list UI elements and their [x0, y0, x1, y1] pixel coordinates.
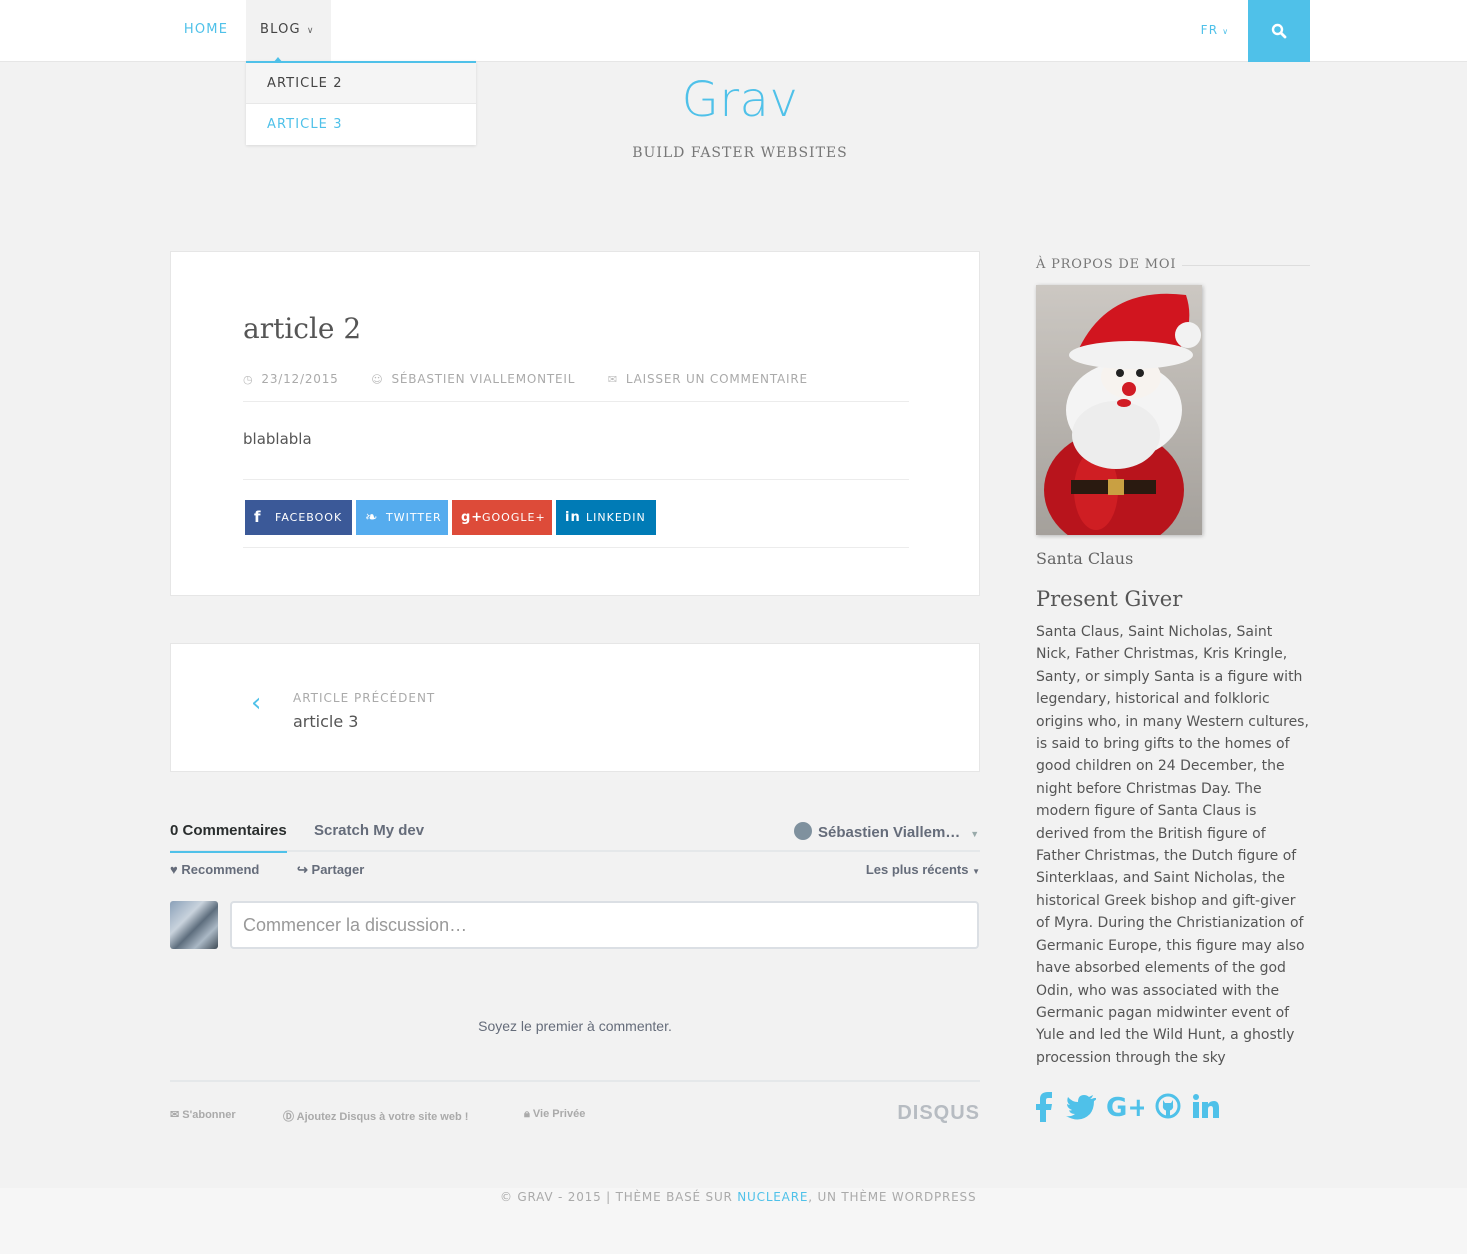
privacy-label: Vie Privée	[532, 1108, 586, 1120]
article-title: article 2	[243, 312, 362, 345]
comments-icon: ✉	[607, 373, 618, 386]
comment-link-text: LAISSER UN COMMENTAIRE	[625, 372, 808, 386]
search-button[interactable]	[1248, 0, 1310, 62]
article-meta: ◷ 23/12/2015 ☺ SÉBASTIEN VIALLEMONTEIL ✉ LA…	[243, 372, 909, 402]
nav-blog-label: BLOG	[260, 22, 301, 37]
prev-article-card[interactable]: ‹ ARTICLE PRÉCÉDENT article 3	[170, 643, 980, 772]
chevron-down-icon: ∨	[1222, 27, 1230, 36]
share-twitter-button[interactable]: ❧ TWITTER	[356, 500, 448, 535]
envelope-icon: ✉	[170, 1109, 180, 1121]
avatar[interactable]	[170, 901, 218, 949]
recommend-button[interactable]: ♥ Recommend	[170, 862, 259, 877]
chat-bubble-icon	[794, 822, 812, 840]
share-twitter-label: TWITTER	[386, 511, 442, 524]
dropdown-item-article-2[interactable]: ARTICLE 2	[246, 63, 476, 104]
article-date: ◷ 23/12/2015	[243, 372, 349, 386]
share-google-button[interactable]: g+ GOOGLE+	[452, 500, 552, 535]
top-navbar: HOME BLOG ∨ FR ∨	[0, 0, 1467, 63]
dropdown-item-article-3[interactable]: ARTICLE 3	[246, 104, 476, 145]
subscribe-label: S'abonner	[182, 1109, 236, 1121]
share-thread-label: Partager	[311, 862, 365, 877]
facebook-icon[interactable]	[1036, 1088, 1054, 1124]
disqus-user-name: Sébastien Viallem…	[818, 824, 961, 841]
clock-icon: ◷	[243, 373, 254, 386]
site-tagline: BUILD FASTER WEBSITES	[632, 145, 848, 161]
share-bar: f FACEBOOK ❧ TWITTER g+ GOOGLE+ in LINKEDIN	[243, 479, 909, 548]
linkedin-icon[interactable]	[1192, 1088, 1220, 1124]
google-plus-icon[interactable]: G+	[1106, 1088, 1144, 1124]
footer-text: © GRAV - 2015 | THÈME BASÉ SUR NUCLEARE,…	[500, 1190, 976, 1204]
share-linkedin-label: LINKEDIN	[586, 511, 646, 524]
footer-theme-link[interactable]: NUCLEARE	[737, 1190, 808, 1204]
social-links: G+	[1036, 1088, 1310, 1124]
linkedin-icon: in	[565, 510, 581, 525]
tab-comments[interactable]: 0 Commentaires	[170, 822, 287, 853]
article-date-text: 23/12/2015	[261, 372, 339, 386]
profile-image	[1036, 285, 1202, 535]
share-facebook-button[interactable]: f FACEBOOK	[245, 500, 352, 535]
svg-text:G+: G+	[1106, 1093, 1144, 1123]
tab-community[interactable]: Scratch My dev	[314, 822, 424, 839]
comment-link[interactable]: ✉ LAISSER UN COMMENTAIRE	[608, 372, 818, 386]
sidebar-divider	[1182, 265, 1310, 266]
share-google-label: GOOGLE+	[482, 511, 546, 524]
sort-dropdown[interactable]: Les plus récents ▼	[866, 862, 980, 877]
article-author[interactable]: ☺ SÉBASTIEN VIALLEMONTEIL	[371, 372, 585, 386]
disqus-logo[interactable]: DISQUS	[897, 1102, 980, 1125]
chevron-left-icon: ‹	[251, 688, 262, 718]
comment-input[interactable]: Commencer la discussion…	[230, 901, 979, 949]
language-selector[interactable]: FR ∨	[1190, 0, 1240, 62]
language-label: FR	[1200, 23, 1219, 37]
github-icon[interactable]	[1155, 1088, 1181, 1124]
sort-label: Les plus récents	[865, 862, 969, 877]
subscribe-link[interactable]: ✉ S'abonner	[170, 1108, 236, 1121]
caret-down-icon: ▼	[970, 829, 980, 839]
blog-dropdown-menu: ARTICLE 2 ARTICLE 3	[246, 61, 476, 145]
disqus-footer: ✉ S'abonner Ⓓ Ajoutez Disqus à votre sit…	[170, 1080, 980, 1124]
lock-icon: 🔒︎	[524, 1108, 530, 1120]
recommend-label: Recommend	[181, 862, 260, 877]
profile-caption: Santa Claus	[1036, 549, 1134, 568]
article-body: blablabla	[243, 430, 312, 448]
share-icon: ↪	[297, 862, 308, 877]
site-footer: © GRAV - 2015 | THÈME BASÉ SUR NUCLEARE,…	[0, 1188, 1467, 1254]
empty-comments-message: Soyez le premier à commenter.	[478, 1018, 672, 1034]
add-disqus-link[interactable]: Ⓓ Ajoutez Disqus à votre site web !	[283, 1108, 468, 1124]
share-linkedin-button[interactable]: in LINKEDIN	[556, 500, 656, 535]
twitter-icon: ❧	[365, 508, 379, 526]
nav-blog[interactable]: BLOG ∨	[246, 0, 331, 63]
privacy-link[interactable]: 🔒︎ Vie Privée	[524, 1108, 585, 1121]
article-card: article 2 ◷ 23/12/2015 ☺ SÉBASTIEN VIALLEM…	[170, 251, 980, 596]
article-author-text: SÉBASTIEN VIALLEMONTEIL	[391, 372, 576, 386]
heart-icon: ♥	[170, 862, 178, 877]
nav-home[interactable]: HOME	[170, 0, 242, 62]
site-title[interactable]: Grav	[0, 72, 1467, 128]
share-thread-button[interactable]: ↪ Partager	[297, 862, 364, 878]
sidebar-heading: À PROPOS DE MOI	[1036, 257, 1177, 272]
disqus-tabs: 0 Commentaires Scratch My dev Sébastien …	[170, 814, 980, 853]
prev-article-label: ARTICLE PRÉCÉDENT	[293, 691, 436, 705]
footer-suffix: , UN THÈME WORDPRESS	[808, 1190, 977, 1204]
chevron-down-icon: ∨	[306, 26, 315, 36]
search-icon	[1271, 23, 1287, 39]
profile-subtitle: Present Giver	[1036, 587, 1183, 611]
share-facebook-label: FACEBOOK	[275, 511, 343, 524]
disqus-d-icon: Ⓓ	[283, 1111, 294, 1123]
twitter-icon[interactable]	[1066, 1088, 1096, 1124]
caret-down-icon: ▼	[972, 867, 980, 876]
footer-copyright: © GRAV - 2015 | THÈME BASÉ SUR	[500, 1190, 738, 1204]
prev-article-title[interactable]: article 3	[293, 712, 358, 731]
user-icon: ☺	[371, 373, 384, 386]
google-plus-icon: g+	[461, 510, 484, 525]
profile-bio: Santa Claus, Saint Nicholas, Saint Nick,…	[1036, 624, 1309, 1066]
facebook-icon: f	[254, 508, 262, 526]
add-disqus-label: Ajoutez Disqus à votre site web !	[296, 1111, 469, 1123]
disqus-user-menu[interactable]: Sébastien Viallem… ▼	[794, 822, 979, 841]
